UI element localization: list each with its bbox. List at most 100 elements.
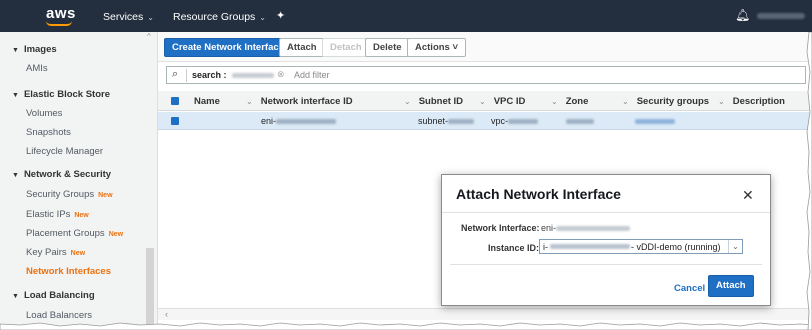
actions-label: Actions — [415, 42, 450, 53]
account-menu[interactable] — [757, 13, 805, 19]
sidebar-scroll-up-icon[interactable]: ^ — [147, 32, 151, 41]
column-label: Network interface ID — [260, 96, 353, 107]
sidebar-section-images[interactable]: ▼ Images — [12, 44, 57, 55]
search-input[interactable]: Add filter — [294, 70, 330, 80]
resource-groups-label: Resource Groups — [173, 11, 256, 23]
sidebar-item-label: Elastic IPs — [26, 209, 71, 220]
redacted-value — [508, 119, 539, 125]
aws-logo[interactable]: aws — [46, 5, 76, 22]
column-label: Description — [732, 96, 785, 107]
column-header-subnet-id[interactable]: ⌄ Subnet ID — [404, 96, 463, 107]
search-icon: ⌕ — [172, 68, 179, 80]
remove-token-icon[interactable]: ⊗ — [277, 69, 285, 80]
sort-icon: ⌄ — [622, 97, 629, 106]
search-token-key: search : — [192, 70, 227, 80]
column-header-zone[interactable]: ⌄ Zone — [551, 96, 588, 107]
resource-groups-menu[interactable]: Resource Groups ⌄ — [173, 11, 266, 23]
divider — [450, 264, 762, 265]
sort-icon: ⌄ — [551, 97, 558, 106]
redacted-value — [556, 226, 631, 232]
sidebar-item-volumes[interactable]: Volumes — [26, 108, 62, 119]
services-menu[interactable]: Services ⌄ — [103, 11, 154, 23]
actions-button[interactable]: Actions ˅ — [407, 38, 467, 57]
sidebar-item-placement-groups[interactable]: Placement Groups New — [26, 228, 123, 239]
sidebar-item-lifecycle-manager[interactable]: Lifecycle Manager — [26, 146, 103, 157]
sidebar-section-ebs[interactable]: ▼ Elastic Block Store — [12, 89, 110, 100]
cell-text: vpc- — [491, 116, 509, 126]
triangle-down-icon: ▼ — [12, 47, 19, 54]
table-row[interactable]: eni- subnet- vpc- — [158, 112, 812, 130]
attach-network-interface-dialog: Attach Network Interface ✕ Network Inter… — [441, 174, 771, 306]
sidebar-item-network-interfaces[interactable]: Network Interfaces — [26, 266, 111, 277]
cell-text: subnet- — [418, 116, 449, 126]
search-filter-bar[interactable]: ⌕ search : ⊗ Add filter — [166, 66, 806, 84]
sidebar-item-security-groups[interactable]: Security Groups New — [26, 189, 113, 200]
sidebar-section-label: Load Balancing — [23, 290, 95, 301]
top-navigation-bar: aws Services ⌄ Resource Groups ⌄ ✦ 🔔︎ — [0, 0, 812, 32]
cell-zone — [566, 116, 594, 126]
sidebar-item-label: Placement Groups — [26, 228, 105, 239]
chevron-down-icon: ⌄ — [259, 13, 266, 22]
cell-text: eni- — [261, 116, 277, 126]
chevron-down-icon: ˅ — [452, 42, 459, 53]
new-badge: New — [74, 212, 89, 219]
attach-confirm-button[interactable]: Attach — [708, 275, 754, 297]
column-header-vpc-id[interactable]: ⌄ VPC ID — [479, 96, 525, 107]
triangle-down-icon: ▼ — [12, 172, 19, 179]
create-network-interface-button[interactable]: Create Network Interface — [164, 38, 292, 57]
column-label: Zone — [565, 96, 589, 107]
instance-id-select[interactable]: i- - vDDI-demo (running) ⌄ — [539, 239, 743, 254]
services-label: Services — [103, 11, 144, 23]
network-interface-value: eni- — [541, 223, 631, 233]
sidebar-item-key-pairs[interactable]: Key Pairs New — [26, 247, 85, 258]
column-header-interface-id[interactable]: ⌄ Network interface ID — [246, 96, 353, 107]
cell-interface-id: eni- — [261, 116, 337, 126]
scroll-left-icon[interactable]: ‹ — [165, 309, 168, 319]
instance-prefix: i- — [543, 242, 548, 252]
search-token[interactable]: search : — [192, 70, 227, 80]
attach-button[interactable]: Attach — [279, 38, 325, 57]
column-label: VPC ID — [493, 96, 526, 107]
delete-button[interactable]: Delete — [365, 38, 410, 57]
sidebar-item-elastic-ips[interactable]: Elastic IPs New — [26, 209, 89, 220]
redacted-value — [550, 244, 630, 249]
column-label: Security groups — [636, 96, 710, 107]
bell-icon[interactable]: 🔔︎ — [735, 8, 750, 22]
cell-security-groups — [635, 116, 675, 126]
sidebar-item-label: Security Groups — [26, 189, 95, 200]
chevron-down-icon[interactable]: ⌄ — [728, 240, 742, 253]
redacted-value — [276, 119, 337, 125]
column-label: Subnet ID — [418, 96, 464, 107]
dialog-title: Attach Network Interface — [456, 186, 621, 202]
column-header-security-groups[interactable]: ⌄ Security groups — [622, 96, 709, 107]
redacted-value — [448, 119, 475, 125]
instance-id-label: Instance ID: — [488, 243, 540, 253]
sidebar: ^ ▼ Images AMIs ▼ Elastic Block Store Volu… — [0, 32, 158, 330]
sidebar-scrollbar[interactable] — [146, 248, 154, 330]
pin-icon[interactable]: ✦ — [276, 9, 285, 22]
sidebar-item-amis[interactable]: AMIs — [26, 63, 48, 74]
sidebar-item-label: Key Pairs — [26, 247, 67, 258]
column-header-description[interactable]: ⌄ Description — [718, 96, 785, 107]
cell-subnet-id: subnet- — [418, 116, 475, 126]
torn-edge-right — [806, 32, 812, 330]
value-text: eni- — [541, 223, 557, 233]
close-icon[interactable]: ✕ — [742, 187, 754, 204]
horizontal-scrollbar[interactable]: ‹ — [158, 308, 812, 320]
triangle-down-icon: ▼ — [12, 293, 19, 300]
table-header: Name ⌄ Network interface ID ⌄ Subnet ID ⌄ V… — [158, 91, 812, 111]
redacted-link[interactable] — [635, 119, 675, 125]
sidebar-section-load-balancing[interactable]: ▼ Load Balancing — [12, 290, 95, 301]
detach-button[interactable]: Detach — [322, 38, 370, 57]
torn-edge-bottom — [0, 322, 812, 330]
row-checkbox[interactable] — [171, 117, 179, 125]
network-interface-label: Network Interface: — [461, 223, 540, 233]
sort-icon: ⌄ — [718, 97, 725, 106]
column-header-name[interactable]: Name — [194, 96, 220, 107]
sort-icon: ⌄ — [479, 97, 486, 106]
sidebar-item-snapshots[interactable]: Snapshots — [26, 127, 71, 138]
sidebar-item-load-balancers[interactable]: Load Balancers — [26, 310, 92, 321]
select-all-checkbox[interactable] — [171, 97, 179, 105]
cancel-button[interactable]: Cancel — [674, 283, 705, 294]
sidebar-section-network-security[interactable]: ▼ Network & Security — [12, 169, 111, 180]
